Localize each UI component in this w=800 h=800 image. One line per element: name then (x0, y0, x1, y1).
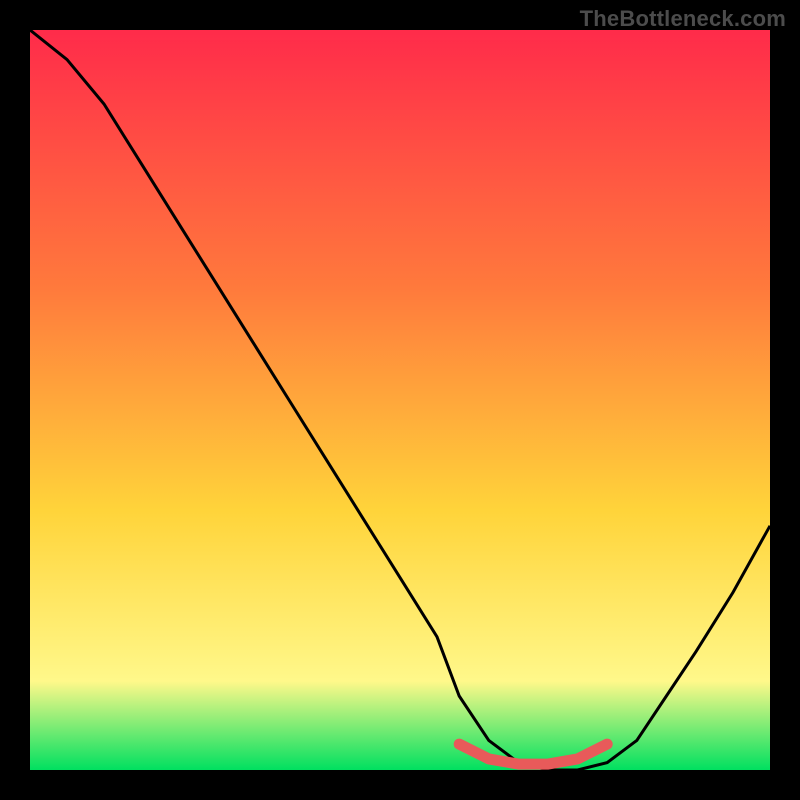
watermark-text: TheBottleneck.com (580, 6, 786, 32)
gradient-background (30, 30, 770, 770)
chart-frame: TheBottleneck.com (0, 0, 800, 800)
bottleneck-chart (30, 30, 770, 770)
plot-area (30, 30, 770, 770)
